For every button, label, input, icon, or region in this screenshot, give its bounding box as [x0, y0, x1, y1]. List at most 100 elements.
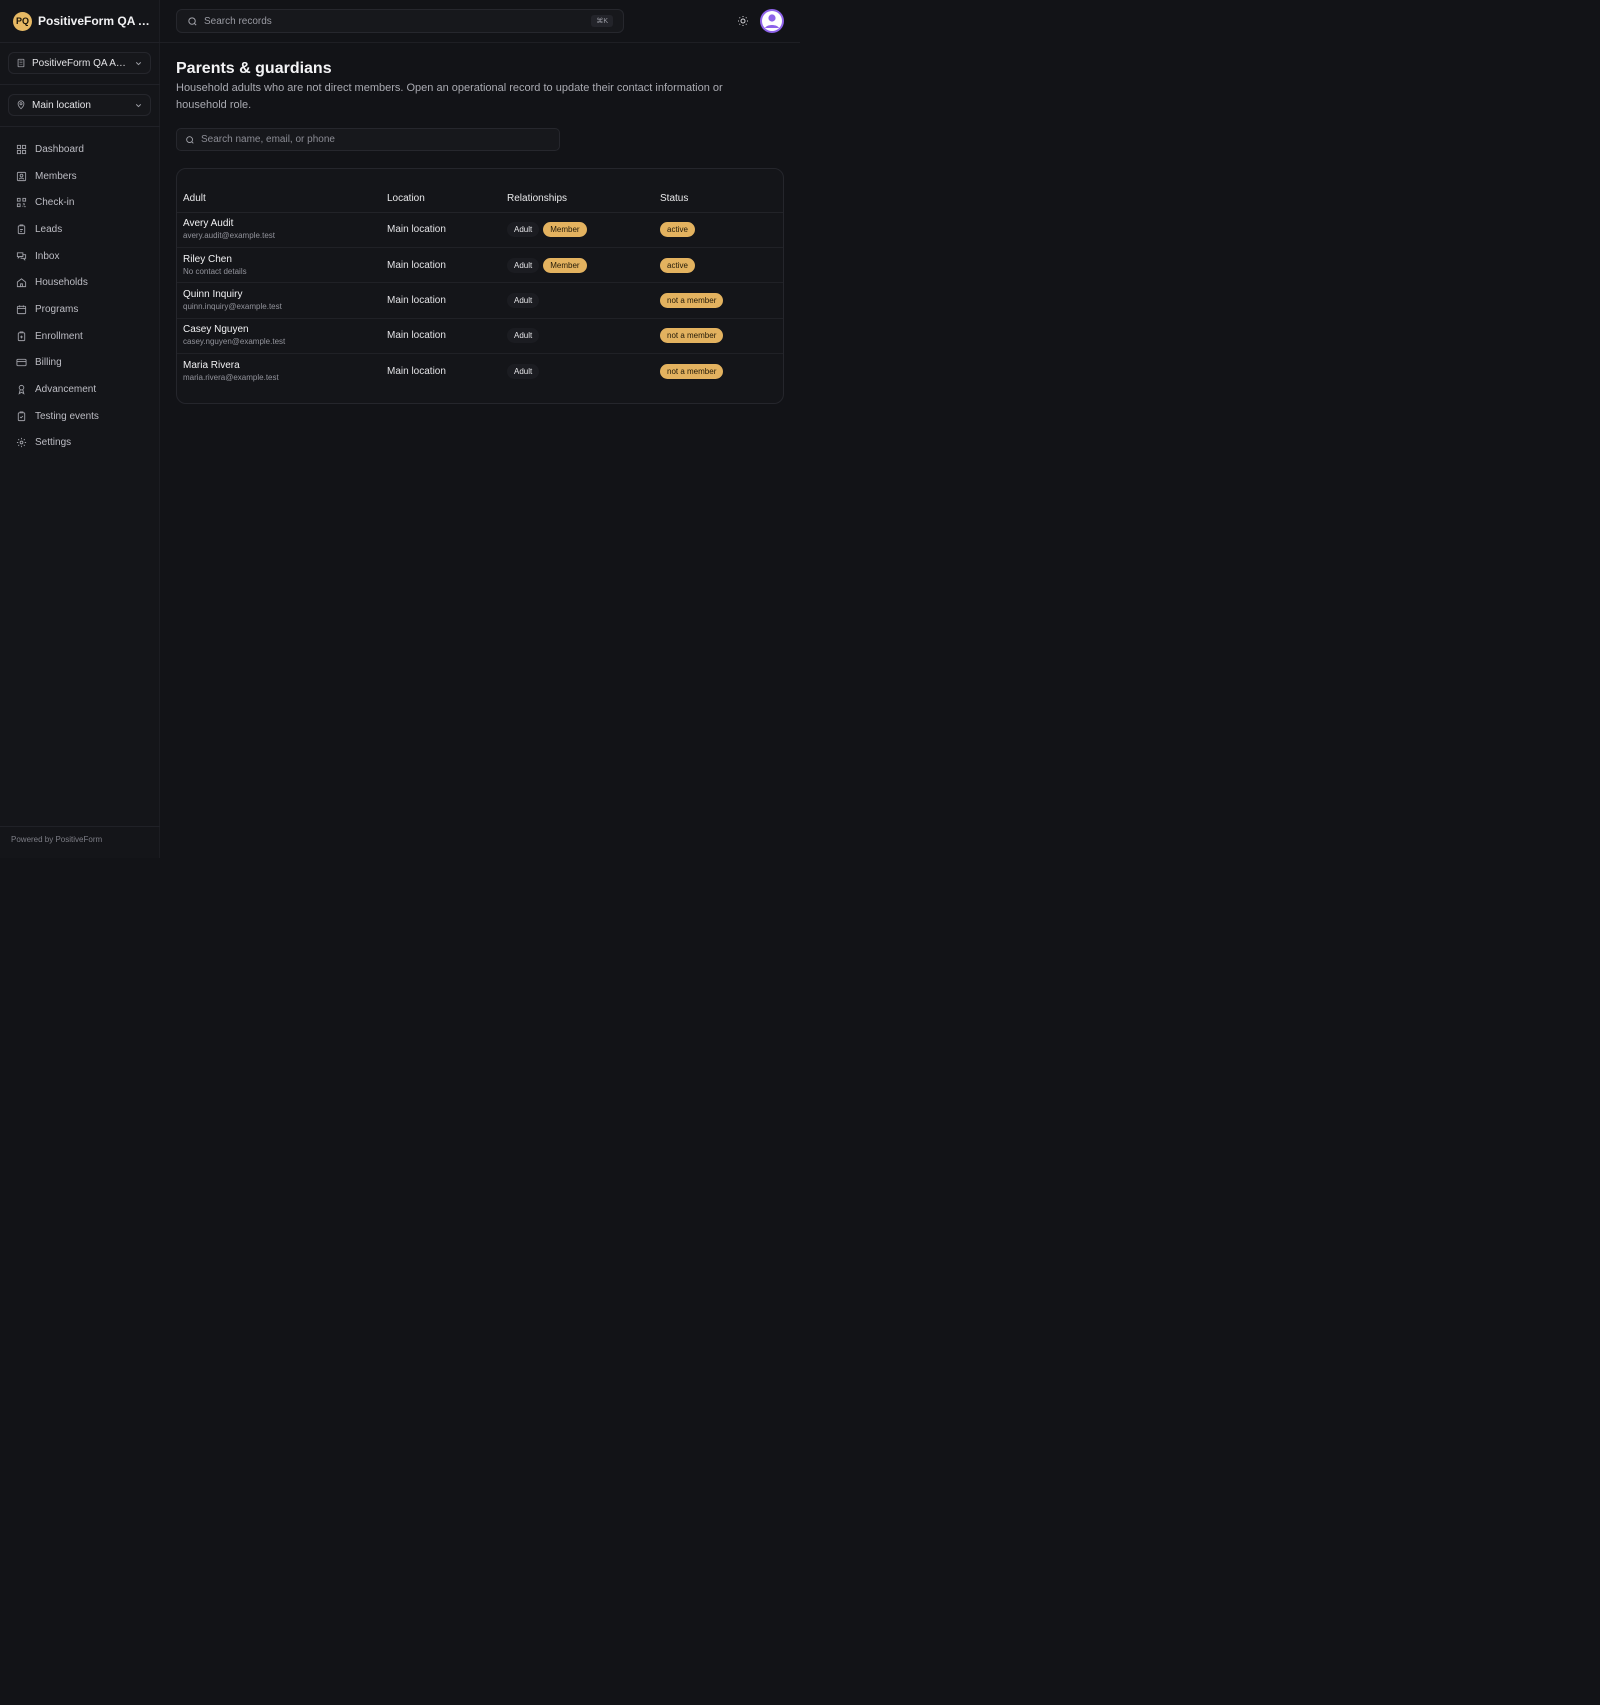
sidebar-item-enrollment[interactable]: Enrollment — [8, 323, 151, 350]
sidebar-item-members[interactable]: Members — [8, 163, 151, 190]
status-badge: not a member — [660, 328, 724, 344]
adult-name[interactable]: Casey Nguyen — [183, 324, 381, 336]
relationship-badge: Adult — [507, 222, 540, 238]
column-header-relationships[interactable]: Relationships — [501, 185, 654, 213]
sidebar-item-testing-events[interactable]: Testing events — [8, 403, 151, 430]
relationship-badge: Adult — [507, 328, 540, 344]
adult-search-input[interactable] — [201, 134, 551, 145]
sidebar-item-settings[interactable]: Settings — [8, 430, 151, 457]
powered-by: Powered by PositiveForm — [11, 835, 103, 844]
theme-toggle-button[interactable] — [737, 14, 749, 26]
sidebar-item-check-in[interactable]: Check-in — [8, 189, 151, 216]
sidebar-item-label: Members — [35, 170, 77, 182]
table-row[interactable]: Riley Chen No contact details Main locat… — [177, 247, 783, 284]
global-search[interactable]: Search records ⌘K — [176, 9, 624, 33]
sidebar-item-label: Settings — [35, 437, 72, 449]
guardians-table-card: Adult Location Relationships Status Aver… — [176, 168, 784, 404]
main-nav: Dashboard Members Check-in Leads Inbox H… — [8, 136, 151, 456]
sidebar-item-label: Testing events — [35, 410, 99, 422]
column-header-status[interactable]: Status — [654, 185, 783, 213]
relationship-badge: Adult — [507, 257, 540, 273]
adult-cell: Quinn Inquiry quinn.inquiry@example.test — [177, 282, 381, 319]
location-picker[interactable]: Main location — [8, 94, 151, 116]
status-cell: not a member — [654, 318, 783, 355]
adult-cell: Riley Chen No contact details — [177, 247, 381, 284]
clipboard-icon — [17, 331, 26, 341]
sidebar-item-label: Dashboard — [35, 143, 84, 155]
adult-name[interactable]: Quinn Inquiry — [183, 289, 381, 301]
sidebar: PQ PositiveForm QA A... PositiveForm QA … — [0, 0, 160, 858]
status-cell: not a member — [654, 282, 783, 319]
page-description: Household adults who are not direct memb… — [176, 82, 723, 111]
relationship-badge: Adult — [507, 292, 540, 308]
relationships-cell: Adult Member — [501, 212, 654, 248]
location-cell: Main location — [381, 318, 501, 355]
sidebar-item-label: Households — [35, 277, 88, 289]
table-row[interactable]: Casey Nguyen casey.nguyen@example.test M… — [177, 318, 783, 355]
relationship-badge: Member — [543, 257, 587, 273]
credit-card-icon — [16, 359, 27, 367]
divider — [0, 84, 160, 85]
guardians-table: Adult Location Relationships Status Aver… — [177, 185, 783, 389]
status-cell: active — [654, 212, 783, 248]
sidebar-item-inbox[interactable]: Inbox — [8, 243, 151, 270]
sidebar-item-label: Advancement — [35, 384, 97, 396]
adult-contact: No contact details — [183, 266, 247, 276]
location-cell: Main location — [387, 366, 446, 377]
brand-badge: PQ — [13, 11, 32, 31]
adult-contact: avery.audit@example.test — [183, 231, 276, 241]
relationships-cell: Adult — [501, 282, 654, 319]
location-cell: Main location — [381, 247, 501, 284]
sidebar-item-billing[interactable]: Billing — [8, 350, 151, 377]
adult-search[interactable] — [176, 128, 560, 151]
inbox-icon — [16, 251, 27, 261]
status-badge: active — [660, 222, 695, 238]
status-badge: not a member — [660, 292, 724, 308]
adult-name[interactable]: Avery Audit — [183, 218, 381, 230]
user-avatar[interactable] — [760, 9, 784, 33]
clipboard-check-icon — [17, 411, 26, 421]
leads-icon — [17, 224, 26, 234]
sidebar-item-label: Inbox — [35, 250, 60, 262]
sidebar-item-programs[interactable]: Programs — [8, 296, 151, 323]
relationships-cell: Adult Member — [501, 247, 654, 284]
sidebar-item-households[interactable]: Households — [8, 269, 151, 296]
status-cell: active — [654, 247, 783, 284]
sidebar-item-dashboard[interactable]: Dashboard — [8, 136, 151, 163]
organization-picker[interactable]: PositiveForm QA Au... — [8, 52, 151, 74]
adult-contact: casey.nguyen@example.test — [183, 337, 286, 347]
divider — [0, 826, 160, 827]
adult-name[interactable]: Maria Rivera — [183, 360, 381, 372]
brand[interactable]: PQ PositiveForm QA A... — [13, 11, 153, 31]
divider — [0, 126, 160, 127]
adult-contact: maria.rivera@example.test — [183, 373, 279, 382]
status-cell: not a member — [654, 354, 783, 389]
table-row[interactable]: Avery Audit avery.audit@example.test Mai… — [177, 212, 783, 248]
checkin-icon — [16, 198, 27, 208]
relationships-cell: Adult — [501, 354, 654, 389]
adult-cell: Casey Nguyen casey.nguyen@example.test — [177, 318, 381, 355]
relationships-cell: Adult — [501, 318, 654, 355]
location-cell: Main location — [381, 282, 501, 319]
adult-cell: Avery Audit avery.audit@example.test — [177, 212, 381, 248]
members-icon — [16, 171, 27, 181]
table-row[interactable]: Quinn Inquiry quinn.inquiry@example.test… — [177, 282, 783, 319]
user-icon — [762, 11, 782, 31]
sidebar-item-label: Leads — [35, 223, 63, 235]
organization-picker-label: PositiveForm QA Au... — [32, 57, 128, 69]
column-header-location[interactable]: Location — [381, 185, 501, 213]
map-pin-icon — [17, 100, 25, 110]
table-row[interactable]: Maria Rivera maria.rivera@example.test M… — [177, 354, 783, 389]
adult-contact: quinn.inquiry@example.test — [183, 301, 282, 311]
sun-icon — [738, 16, 748, 26]
status-badge: not a member — [660, 364, 724, 379]
location-cell: Main location — [381, 212, 501, 248]
table-header-row: Adult Location Relationships Status — [177, 185, 783, 213]
sidebar-item-advancement[interactable]: Advancement — [8, 376, 151, 403]
home-icon — [16, 278, 27, 288]
sidebar-item-leads[interactable]: Leads — [8, 216, 151, 243]
adult-name[interactable]: Riley Chen — [183, 254, 381, 266]
column-header-adult[interactable]: Adult — [177, 185, 381, 213]
adult-cell: Maria Rivera maria.rivera@example.test — [177, 354, 381, 389]
chevron-down-icon — [135, 61, 142, 65]
